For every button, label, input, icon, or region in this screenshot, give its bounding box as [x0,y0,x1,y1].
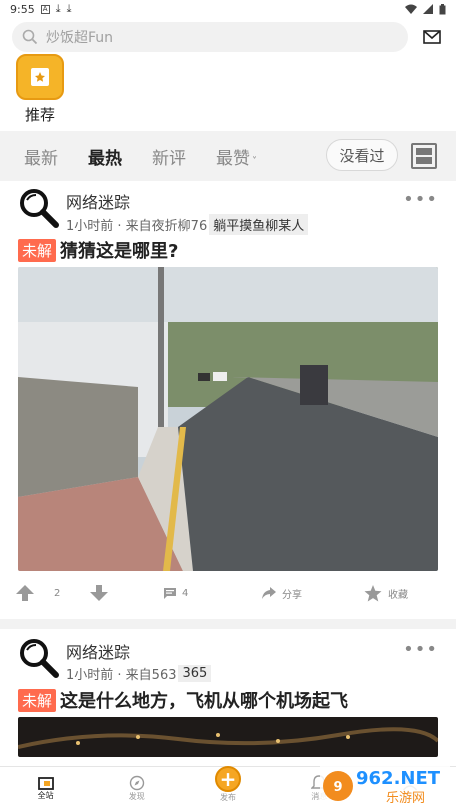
watermark-logo: 9 962.NET 乐游网 [320,760,450,808]
wifi-icon [405,4,417,14]
tab-new-comments[interactable]: 新评 [152,144,186,169]
magnifier-avatar-icon[interactable] [18,187,60,229]
post-card[interactable]: 网络迷踪 1小时前 · 来自563 365 ••• 未解 这是什么地方，飞机从哪… [0,631,456,757]
download-icon: ⤓ [66,2,72,15]
watermark-text: 962.NET [356,768,441,789]
user-tag: 365 [178,665,212,682]
tab-most-liked[interactable]: 最赞 ˅ [216,144,257,169]
post-image-night-city[interactable] [18,717,438,757]
nav-publish[interactable]: + 发布 [182,766,273,810]
post-title-row: 未解 这是什么地方，飞机从哪个机场起飞 [0,683,456,717]
post-title[interactable]: 猜猜这是哪里? [60,237,178,263]
post-title-row: 未解 猜猜这是哪里? [0,233,456,267]
chevron-down-icon: ˅ [252,155,257,167]
search-input[interactable]: 炒饭超Fun [12,22,408,52]
post-meta-text: 1小时前 · 来自夜折柳76 [66,219,208,234]
mail-icon [423,30,441,44]
status-bar: 9:55 A ⤓ ⤓ [0,0,456,18]
post-header: 网络迷踪 1小时前 · 来自563 365 ••• [0,631,456,683]
post-title[interactable]: 这是什么地方，飞机从哪个机场起飞 [60,687,348,713]
signal-icon [423,4,433,14]
user-tag: 躺平摸鱼柳某人 [209,214,309,235]
layout-toggle-icon[interactable] [411,143,437,169]
arrow-up-icon [16,585,34,601]
downvote-button[interactable] [90,585,108,601]
nav-discover-label: 发现 [128,792,145,801]
share-icon [262,587,276,599]
more-options-icon[interactable]: ••• [403,189,438,210]
nav-all-label: 全站 [37,791,54,800]
more-options-icon[interactable]: ••• [403,639,438,660]
upvote-button[interactable]: 2 [16,585,60,601]
tab-most-liked-label: 最赞 [216,148,250,169]
site-watermark: 9 962.NET 乐游网 [320,760,450,808]
arrow-down-icon [90,585,108,601]
tab-newest[interactable]: 最新 [24,144,58,169]
comment-icon [164,587,176,599]
comment-count: 4 [182,587,189,599]
street-photo [18,267,438,571]
bookmark-star-icon [31,68,49,86]
post-header: 网络迷踪 1小时前 · 来自夜折柳76 躺平摸鱼柳某人 ••• [0,181,456,235]
star-icon [364,584,382,601]
tab-hottest[interactable]: 最热 [88,144,122,169]
channel-label: 推荐 [24,106,55,124]
night-photo [18,717,438,757]
recommend-channel-icon [16,54,64,100]
nav-all[interactable]: 全站 [0,767,91,810]
post-divider [0,619,456,629]
post-image-street[interactable] [18,267,438,571]
post-card[interactable]: 网络迷踪 1小时前 · 来自夜折柳76 躺平摸鱼柳某人 ••• 未解 猜猜这是哪… [0,181,456,615]
sort-tab-bar: 最新 最热 新评 最赞 ˅ 没看过 [0,131,456,181]
post-meta: 1小时前 · 来自563 365 [66,664,212,683]
home-icon [37,777,54,790]
collect-label: 收藏 [388,589,408,601]
download-icon: ⤓ [55,2,61,15]
search-icon [22,29,38,45]
notification-a-icon: A [40,4,50,14]
search-row: 炒饭超Fun [12,22,446,52]
post-actions: 2 4 分享 收藏 [0,571,456,615]
unsolved-badge: 未解 [18,238,57,262]
unsolved-badge: 未解 [18,688,57,712]
watermark-mark: 9 [333,780,342,795]
share-label: 分享 [282,589,302,601]
channel-recommend[interactable]: 推荐 [16,54,64,125]
author-name[interactable]: 网络迷踪 [66,189,130,213]
unseen-filter-button[interactable]: 没看过 [326,139,398,171]
watermark-subtext: 乐游网 [386,791,425,806]
search-placeholder: 炒饭超Fun [46,30,114,46]
mail-button[interactable] [418,23,446,51]
post-meta: 1小时前 · 来自夜折柳76 躺平摸鱼柳某人 [66,214,309,235]
share-button[interactable]: 分享 [262,586,302,601]
nav-discover[interactable]: 发现 [91,767,182,810]
status-time: 9:55 [10,2,35,16]
upvote-count: 2 [54,587,61,599]
nav-publish-label: 发布 [220,793,236,802]
compass-icon [129,775,144,791]
magnifier-avatar-icon[interactable] [18,637,60,679]
plus-icon: + [215,766,241,792]
post-meta-text: 1小时前 · 来自563 [66,668,177,683]
collect-button[interactable]: 收藏 [364,584,408,602]
comment-button[interactable]: 4 [164,587,189,599]
battery-icon [439,3,446,14]
author-name[interactable]: 网络迷踪 [66,639,130,663]
